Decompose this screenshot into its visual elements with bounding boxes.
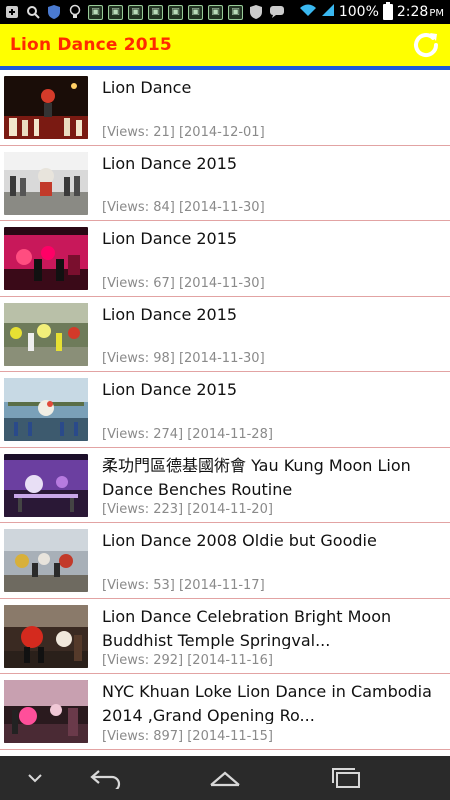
video-item[interactable]: 柔功門區德基國術會 Yau Kung Moon Lion Dance Bench… [0,448,450,523]
clock-time: 2:28 [396,4,429,20]
refresh-icon [414,33,439,58]
back-icon [90,770,121,789]
video-meta: [Views: 67] [2014-11-30] [102,275,265,291]
video-item[interactable]: Lion Dance 2008 Oldie but Goodie [Views:… [0,523,450,599]
search-icon [25,4,41,20]
video-title: Lion Dance 2015 [102,304,238,324]
video-thumbnail [4,302,88,366]
app-bar: Lion Dance 2015 [0,24,450,66]
video-thumbnail [4,529,88,592]
video-thumbnail [4,151,88,215]
notification-icon: ▣ [168,4,183,20]
video-meta: [Views: 98] [2014-11-30] [102,351,265,366]
clock-ampm: PM [429,8,444,19]
chat-icon [269,4,285,20]
video-title: Lion Dance [102,78,192,97]
video-meta: [Views: 223] [2014-11-20] [102,502,273,517]
shield-icon [46,4,62,20]
video-thumbnail [4,453,88,517]
video-thumbnail [4,76,88,139]
plus-box-icon [4,4,20,20]
wifi-icon [299,3,317,21]
video-item[interactable]: Lion Dance [Views: 21] [2014-12-01] [0,70,450,146]
video-title: Lion Dance 2015 [102,153,238,173]
video-title: Lion Dance 2015 [102,380,238,399]
video-item[interactable]: Lion Dance 2015 [Views: 67] [2014-11-30] [0,221,450,297]
video-title: Lion Dance Celebration Bright Moon Buddh… [102,606,392,649]
status-bar: ▣ ▣ ▣ ▣ ▣ ▣ ▣ ▣ 100% 2:28PM [0,0,450,24]
video-thumbnail [4,378,88,441]
notification-icon: ▣ [88,4,103,20]
video-thumbnail [4,604,88,668]
video-item[interactable]: Lion Dance 2015 [Views: 84] [2014-11-30] [0,146,450,221]
clock: 2:28PM [397,4,444,20]
video-list[interactable]: Lion Dance [Views: 21] [2014-12-01] Lion… [0,70,450,756]
recent-apps-icon [332,768,360,788]
home-button[interactable] [205,760,245,796]
video-meta: [Views: 274] [2014-11-28] [102,426,273,442]
notification-icon: ▣ [208,4,223,20]
video-item[interactable]: Lion Dance 2015 [Views: 274] [2014-11-28… [0,372,450,448]
video-title: 柔功門區德基國術會 Yau Kung Moon Lion Dance Bench… [102,455,411,498]
video-meta: [Views: 84] [2014-11-30] [102,200,265,215]
video-meta: [Views: 21] [2014-12-01] [102,124,265,140]
video-title: Lion Dance 2015 [102,229,238,248]
battery-icon [382,2,393,20]
app-title: Lion Dance 2015 [10,35,172,55]
notification-icon: ▣ [148,4,163,20]
notification-icon: ▣ [228,4,243,20]
video-meta: [Views: 292] [2014-11-16] [102,653,273,668]
notification-icon: ▣ [108,4,123,20]
notification-icon: ▣ [128,4,143,20]
signal-icon [321,3,335,21]
bulb-icon [67,4,83,20]
shield-outline-icon [248,4,264,20]
home-icon [210,771,240,787]
video-item[interactable]: Lion Dance 2015 [Views: 98] [2014-11-30] [0,297,450,372]
video-item[interactable]: Lion Dance Celebration Bright Moon Buddh… [0,599,450,674]
video-item[interactable]: NYC Khuan Loke Lion Dance in Cambodia 20… [0,674,450,750]
chevron-down-icon [28,774,42,783]
video-thumbnail [4,227,88,290]
video-title: Lion Dance 2008 Oldie but Goodie [102,531,377,550]
recent-apps-button[interactable] [326,760,366,796]
navigation-bar [0,756,450,800]
video-thumbnail [4,680,88,743]
battery-percent: 100% [338,4,379,20]
hide-keyboard-button[interactable] [20,760,50,796]
refresh-button[interactable] [408,27,444,63]
notification-icon: ▣ [188,4,203,20]
video-meta: [Views: 53] [2014-11-17] [102,577,265,593]
video-title: NYC Khuan Loke Lion Dance in Cambodia 20… [102,682,432,724]
video-meta: [Views: 897] [2014-11-15] [102,728,273,744]
back-button[interactable] [86,760,126,796]
